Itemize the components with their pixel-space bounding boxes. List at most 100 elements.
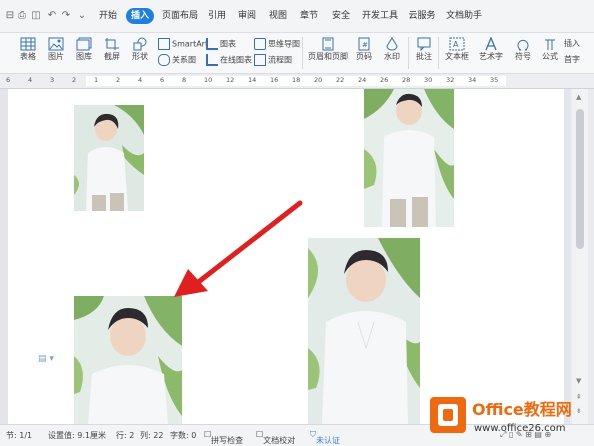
symbol-button[interactable]: 符号 [510,37,536,62]
ruler-tick-label: 24 [358,76,367,84]
header-footer-button[interactable]: 页眉和页脚 [306,37,350,62]
page-number-button[interactable]: # 页码 [352,37,376,62]
table-button[interactable]: 表格 [14,37,42,62]
scroll-down-icon[interactable]: ▼ [576,377,581,385]
photo-portrait-4[interactable] [74,296,182,424]
customize-icon[interactable]: ⌄ [76,10,88,22]
insert-more-button[interactable]: 插入 [564,38,594,50]
menu-insert[interactable]: 插入 [126,8,154,24]
vertical-scrollbar[interactable]: ▲ ▼ ⇞ ⇟ [572,89,588,424]
menu-references[interactable]: 引用 [204,8,230,24]
document-page[interactable]: ▤ ▾ [8,89,564,424]
horizontal-ruler[interactable]: 6 4 3 2 1 2 4 6 8 10 12 14 16 18 20 22 24 26 28 30 32 34 35 [0,74,594,89]
online-chart-label: 在线图表 [220,55,252,65]
insert-more-label: 插入 [564,39,580,48]
shapes-label: 形状 [132,52,148,61]
drop-cap-label: 首字 [564,55,580,64]
symbol-label: 符号 [515,52,531,61]
ruler-tick-label: 2 [72,76,77,84]
comment-button[interactable]: 批注 [412,37,436,62]
formula-icon [545,39,555,50]
spell-check-label: 拼写检查 [211,436,244,445]
ruler-tick-label: 18 [292,76,301,84]
photo-portrait-1[interactable] [74,105,144,211]
textbox-label: 文本框 [445,52,469,61]
header-footer-icon [322,37,334,51]
doc-proof-toggle[interactable]: ☐ 文档校对 [256,430,295,445]
ruler-tick-label: 26 [380,76,389,84]
photo-portrait-3[interactable] [308,238,420,424]
ruler-tick-label: 20 [314,76,323,84]
watermark-button[interactable]: 水印 [378,37,406,62]
ruler-tick-label: 6 [6,76,11,84]
status-words[interactable]: 字数: 0 [170,430,196,441]
scrollbar-thumb[interactable] [576,109,584,249]
gallery-button[interactable]: 图库 [70,37,98,62]
drop-cap-button[interactable]: 首字 [564,54,594,66]
picture-icon [48,37,64,51]
shapes-button[interactable]: 形状 [126,37,154,62]
save-icon[interactable]: ⊟ [4,10,16,22]
wordart-icon [485,37,497,51]
menu-doc-assistant[interactable]: 文档助手 [444,8,484,24]
scroll-up-icon[interactable]: ▲ [576,93,581,101]
gallery-icon [76,37,92,51]
watermark-icon [386,37,398,51]
menu-bar: ⊟ ⎙ ◫ ↶ ↷ ⌄ 开始 插入 页面布局 引用 审阅 视图 章节 安全 开发… [0,0,594,33]
mindmap-label: 思维导图 [268,39,300,49]
ruler-tick-label: 34 [468,76,477,84]
watermark-brand: Office教程网 [472,400,572,419]
menu-developer[interactable]: 开发工具 [360,8,400,24]
menu-home[interactable]: 开始 [94,8,122,24]
menu-view[interactable]: 视图 [265,8,291,24]
ribbon-divider [438,37,439,69]
menu-cloud[interactable]: 云服务 [406,8,438,24]
screenshot-label: 截屏 [104,52,120,61]
menu-review[interactable]: 审阅 [234,8,260,24]
ruler-tick-label: 16 [270,76,279,84]
ruler-tick-label: 6 [160,76,165,84]
preview-icon[interactable]: ◫ [30,10,42,22]
online-chart-button[interactable]: 在线图表 [206,54,252,66]
relation-label: 关系图 [172,55,196,65]
formula-button[interactable]: 公式 [538,37,562,62]
photo-portrait-2[interactable] [364,89,454,227]
spell-check-toggle[interactable]: ☐ 拼写检查 [204,430,243,445]
redo-icon[interactable]: ↷ [60,10,72,22]
mindmap-button[interactable]: 思维导图 [254,38,300,50]
undo-icon[interactable]: ↶ [46,10,58,22]
wordart-button[interactable]: 艺术字 [474,37,508,62]
red-arrow-annotation [174,200,303,297]
ruler-tick-label: 8 [182,76,187,84]
chart-button[interactable]: 图表 [206,38,236,50]
menu-page-layout[interactable]: 页面布局 [160,8,200,24]
picture-button[interactable]: 图片 [42,37,70,62]
shapes-icon [133,37,147,51]
gallery-label: 图库 [76,52,92,61]
print-icon[interactable]: ⎙ [16,10,28,22]
page-number-icon: # [358,37,370,51]
online-chart-icon [206,54,218,66]
screenshot-button[interactable]: 截屏 [98,37,126,62]
ruler-tick-label: 2 [116,76,121,84]
smartart-button[interactable]: SmartArt [158,38,208,50]
flowchart-button[interactable]: 流程图 [254,54,292,66]
textbox-button[interactable]: A 文本框 [442,37,472,62]
menu-chapter[interactable]: 章节 [296,8,322,24]
ribbon-divider [408,37,409,69]
auth-status[interactable]: ⛉ 未认证 [310,430,340,445]
status-row: 行: 2 [116,431,135,440]
table-icon [20,37,36,51]
comment-icon [417,37,431,51]
paragraph-anchor-icon[interactable]: ▤ ▾ [38,354,54,364]
ruler-tick-label: 4 [138,76,143,84]
ruler-numbers: 6 4 3 2 1 2 4 6 8 10 12 14 16 18 20 22 24 26 28 30 32 34 35 [0,75,594,87]
menu-security[interactable]: 安全 [328,8,354,24]
status-setting: 设置值: 9.1厘米 [48,431,106,440]
picture-label: 图片 [48,52,64,61]
document-canvas: ▤ ▾ [0,89,570,424]
doc-proof-label: 文档校对 [263,436,296,445]
status-section: 节: 1/1 [6,431,33,440]
relation-button[interactable]: 关系图 [158,54,196,66]
smartart-icon [158,38,170,50]
